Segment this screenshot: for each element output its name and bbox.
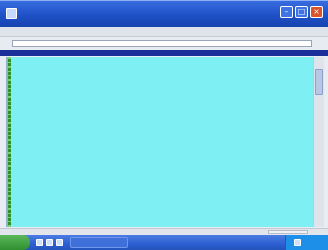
- bullet-icon: [8, 209, 11, 213]
- bullet-icon: [8, 80, 11, 84]
- status-field: [268, 230, 308, 234]
- address-field[interactable]: [12, 40, 312, 47]
- taskbar: [0, 235, 328, 250]
- start-button[interactable]: [0, 235, 30, 250]
- minimize-button[interactable]: –: [280, 6, 293, 18]
- bullet-icon: [8, 127, 11, 131]
- clock-icon: [294, 239, 301, 246]
- bullet-icon: [8, 110, 11, 114]
- quicklaunch-icon[interactable]: [46, 239, 53, 246]
- content-header: [0, 50, 328, 56]
- bullet-icon: [8, 59, 11, 62]
- bullet-icon: [8, 106, 11, 110]
- quicklaunch-icon[interactable]: [36, 239, 43, 246]
- bullet-icon: [8, 213, 11, 217]
- menubar: [0, 27, 328, 37]
- bullet-icon: [8, 175, 11, 179]
- maximize-button[interactable]: □: [295, 6, 308, 18]
- bullet-icon: [8, 192, 11, 196]
- taskbar-button[interactable]: [70, 237, 128, 248]
- bullet-icon: [8, 200, 11, 204]
- bullet-icon: [8, 149, 11, 153]
- bullet-icon: [8, 119, 11, 123]
- bullet-icon: [8, 196, 11, 200]
- bullet-icon: [8, 188, 11, 191]
- system-tray: [285, 235, 328, 250]
- bullet-icon: [8, 102, 11, 105]
- bullet-icon: [8, 123, 11, 127]
- app-icon: [6, 8, 17, 19]
- vertical-scrollbar[interactable]: [313, 57, 324, 227]
- bullet-icon: [8, 162, 11, 166]
- content-pane: [6, 57, 313, 227]
- bullet-icon: [8, 63, 11, 67]
- bullet-icon: [8, 71, 11, 75]
- bullet-icon: [8, 84, 11, 88]
- bullet-icon: [8, 132, 11, 136]
- bullet-icon: [8, 183, 11, 187]
- bullet-icon: [8, 157, 11, 161]
- bullet-icon: [8, 205, 11, 209]
- quicklaunch-icon[interactable]: [56, 239, 63, 246]
- bullet-icon: [8, 97, 11, 101]
- statusbar: [0, 228, 328, 235]
- bullet-icon: [8, 166, 11, 170]
- toolbar: [0, 37, 328, 51]
- bullet-icon: [8, 153, 11, 157]
- bullet-icon: [8, 222, 11, 226]
- bullet-icon: [8, 67, 11, 71]
- bullet-icon: [8, 114, 11, 118]
- bullet-icon: [8, 89, 11, 93]
- list-item[interactable]: [7, 222, 307, 226]
- close-button[interactable]: ×: [310, 6, 323, 18]
- bullet-icon: [8, 136, 11, 140]
- bullet-icon: [8, 170, 11, 174]
- bullet-icon: [8, 145, 11, 148]
- bullet-icon: [8, 218, 11, 222]
- bullet-icon: [8, 179, 11, 183]
- bullet-icon: [8, 93, 11, 97]
- window-titlebar: – □ ×: [0, 0, 328, 27]
- scroll-thumb[interactable]: [315, 69, 323, 95]
- bullet-icon: [8, 76, 11, 80]
- bullet-icon: [8, 140, 11, 144]
